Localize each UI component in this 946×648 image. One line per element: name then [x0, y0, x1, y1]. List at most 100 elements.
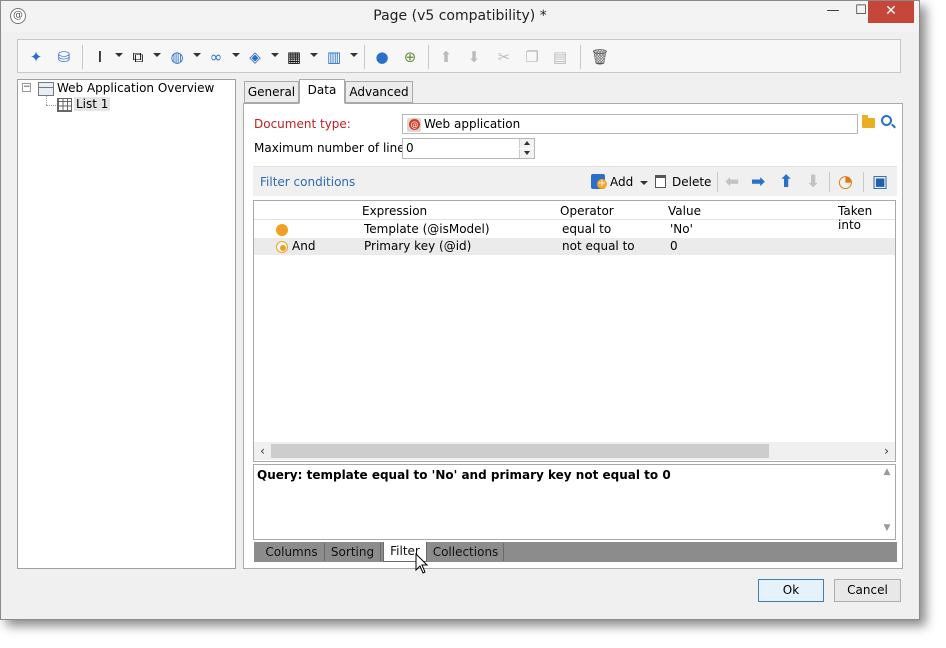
list-icon — [57, 98, 72, 112]
database-icon[interactable]: ⛁ — [54, 46, 74, 68]
row-operator: equal to — [562, 222, 612, 236]
toolbar-separator — [863, 172, 864, 192]
toolbar-separator — [580, 45, 581, 69]
query-preview: Query: template equal to 'No' and primar… — [253, 464, 896, 540]
maxlines-value: 0 — [406, 141, 414, 155]
move-down-icon[interactable]: ⬇ — [464, 46, 484, 68]
doctype-label: Document type: — [254, 117, 351, 131]
tree-node-list[interactable]: List 1 — [74, 97, 111, 111]
chevron-down-icon[interactable] — [640, 181, 648, 185]
arrow-left-icon[interactable]: ⬅ — [725, 172, 739, 192]
overview-icon — [38, 82, 54, 96]
save-icon[interactable]: ▣ — [872, 172, 888, 192]
add-button[interactable]: Add — [610, 175, 633, 189]
scroll-thumb[interactable] — [271, 444, 769, 458]
paste-icon[interactable]: ▤ — [550, 46, 570, 68]
row-logic: And — [292, 239, 316, 253]
tree-node-root[interactable]: Web Application Overview — [57, 81, 214, 95]
maxlines-stepper[interactable]: 0 — [402, 138, 535, 159]
row-expression: Template (@isModel) — [364, 222, 490, 236]
condition-icon — [276, 224, 288, 236]
columns-icon[interactable]: ▥ — [324, 46, 344, 68]
scroll-right-icon[interactable]: › — [878, 442, 895, 460]
wand-icon[interactable]: ✦ — [26, 46, 46, 68]
chevron-down-icon[interactable] — [193, 53, 201, 57]
tab-columns[interactable]: Columns — [259, 543, 325, 561]
web-app-icon — [407, 118, 421, 132]
minimize-button[interactable]: — — [819, 1, 847, 23]
tab-sorting[interactable]: Sorting — [325, 543, 381, 561]
table-row[interactable]: And Primary key (@id) not equal to 0 — [254, 238, 895, 255]
chevron-down-icon[interactable] — [115, 53, 123, 57]
doctype-field[interactable]: Web application — [402, 114, 858, 134]
refresh-icon[interactable]: ◔ — [838, 172, 853, 192]
tree-connector — [46, 96, 47, 105]
chevron-down-icon[interactable] — [153, 53, 161, 57]
col-expression[interactable]: Expression — [362, 204, 427, 218]
arrow-right-icon[interactable]: ➡ — [751, 172, 765, 192]
toolbar-separator — [829, 172, 830, 192]
bottom-tab-bar: Columns Sorting Filter Collections — [254, 542, 897, 562]
scroll-down-icon[interactable]: ▼ — [880, 523, 894, 537]
cut-icon[interactable]: ✂ — [494, 46, 514, 68]
row-value: 0 — [670, 239, 678, 253]
close-button[interactable]: ✕ — [868, 1, 914, 23]
spin-down-icon[interactable] — [519, 149, 534, 158]
dialog-window: @ Page (v5 compatibility) * — ☐ ✕ ✦ ⛁ Ⅰ … — [0, 0, 920, 620]
tab-advanced[interactable]: Advanced — [345, 81, 413, 103]
scroll-left-icon[interactable]: ‹ — [254, 442, 271, 460]
chevron-down-icon[interactable] — [350, 53, 358, 57]
tab-data[interactable]: Data — [299, 79, 345, 104]
globe-icon[interactable]: ◍ — [167, 46, 187, 68]
move-up-icon[interactable]: ⬆ — [436, 46, 456, 68]
col-value[interactable]: Value — [668, 204, 701, 218]
add-user-icon[interactable]: ⊕ — [400, 46, 420, 68]
cube-icon[interactable]: ◈ — [245, 46, 265, 68]
tab-collections[interactable]: Collections — [428, 543, 504, 561]
text-cursor-icon[interactable]: Ⅰ — [91, 46, 109, 68]
row-expression: Primary key (@id) — [364, 239, 472, 253]
maxlines-label: Maximum number of lines: — [254, 141, 415, 155]
scroll-up-icon[interactable]: ▲ — [880, 467, 894, 481]
tab-general[interactable]: General — [244, 81, 299, 103]
add-condition-icon[interactable] — [591, 174, 607, 189]
doctype-value: Web application — [424, 117, 521, 131]
collapse-icon[interactable]: − — [22, 83, 31, 92]
filter-toolbar: Filter conditions Add Delete ⬅ ➡ ⬆ ⬇ ◔ ▣ — [253, 166, 897, 196]
query-text: Query: template equal to 'No' and primar… — [257, 468, 671, 482]
col-operator[interactable]: Operator — [560, 204, 614, 218]
ok-button[interactable]: Ok — [758, 579, 824, 602]
arrow-up-icon[interactable]: ⬆ — [779, 172, 793, 192]
folder-icon[interactable] — [862, 115, 875, 128]
filter-conditions-title: Filter conditions — [260, 175, 356, 189]
arrow-down-icon[interactable]: ⬇ — [806, 172, 820, 192]
window-title: Page (v5 compatibility) * — [373, 8, 547, 24]
horizontal-scrollbar[interactable]: ‹ › — [254, 442, 895, 460]
delete-button[interactable]: Delete — [672, 175, 711, 189]
insert-icon[interactable]: ⧉ — [128, 46, 148, 68]
table-icon[interactable]: ▦ — [284, 46, 304, 68]
toolbar-separator — [428, 45, 429, 69]
cancel-button[interactable]: Cancel — [834, 579, 901, 602]
trash-icon[interactable] — [655, 175, 666, 188]
link-icon[interactable]: ∞ — [206, 46, 226, 68]
toolbar-separator — [364, 45, 365, 69]
tree-connector — [46, 105, 56, 106]
and-condition-icon — [276, 241, 288, 253]
person-icon[interactable]: ● — [372, 46, 392, 68]
spin-up-icon[interactable] — [519, 139, 534, 148]
row-operator: not equal to — [562, 239, 635, 253]
chevron-down-icon[interactable] — [271, 53, 279, 57]
toolbar: ✦ ⛁ Ⅰ ⧉ ◍ ∞ ◈ ▦ ▥ ● ⊕ ⬆ ⬇ ✂ ❐ ▤ 🗑 — [17, 39, 901, 73]
toolbar-separator — [717, 172, 718, 192]
chevron-down-icon[interactable] — [310, 53, 318, 57]
chevron-down-icon[interactable] — [232, 53, 240, 57]
title-bar[interactable]: @ Page (v5 compatibility) * — ☐ ✕ — [1, 1, 919, 32]
search-icon[interactable] — [881, 115, 892, 126]
table-row[interactable]: Template (@isModel) equal to 'No' — [254, 221, 895, 238]
delete-icon[interactable]: 🗑 — [590, 46, 610, 68]
toolbar-separator — [82, 45, 83, 69]
conditions-grid: Expression Operator Value Taken into Tem… — [253, 200, 896, 462]
mouse-cursor-icon — [415, 553, 429, 574]
copy-icon[interactable]: ❐ — [522, 46, 542, 68]
